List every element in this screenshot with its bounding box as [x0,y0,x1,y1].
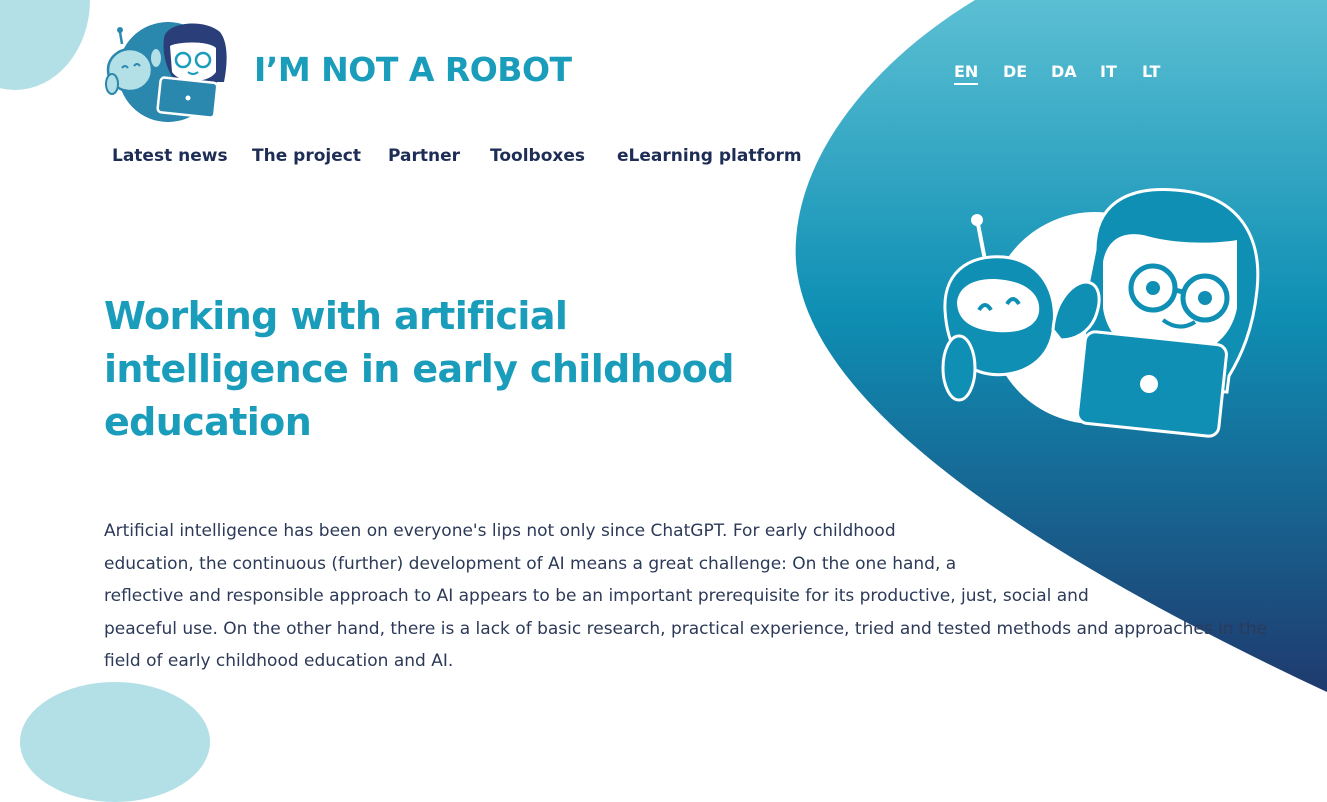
robot-and-child-with-laptop-illustration [941,188,1260,438]
intro-line: reflective and responsible approach to A… [104,586,1089,606]
language-en[interactable]: EN [954,62,979,85]
page-title-line: intelligence in early childhood [104,347,734,391]
nav-toolboxes[interactable]: Toolboxes [490,146,585,166]
intro-line: peaceful use. On the other hand, there i… [104,618,1267,639]
robot-and-child-logo[interactable] [104,20,229,124]
page-title: Working with artificial intelligence in … [104,290,734,449]
site-brand-name[interactable]: I’M NOT A ROBOT [254,50,572,89]
nav-partner[interactable]: Partner [388,146,460,166]
nav-elearning-platform[interactable]: eLearning platform [617,146,802,166]
decorative-blob-top-left [0,0,90,90]
intro-line: Artificial intelligence has been on ever… [104,521,896,541]
decorative-blob-bottom-left [20,682,210,802]
language-lt[interactable]: LT [1142,62,1160,81]
intro-paragraph: Artificial intelligence has been on ever… [104,515,1267,678]
language-de[interactable]: DE [1003,62,1027,81]
intro-line: field of early childhood education and A… [104,651,454,671]
language-it[interactable]: IT [1100,62,1117,81]
language-da[interactable]: DA [1051,62,1077,81]
nav-latest-news[interactable]: Latest news [112,146,228,166]
page-title-line: Working with artificial [104,294,568,338]
intro-line: education, the continuous (further) deve… [104,553,957,574]
nav-the-project[interactable]: The project [252,146,361,166]
page-title-line: education [104,400,312,444]
